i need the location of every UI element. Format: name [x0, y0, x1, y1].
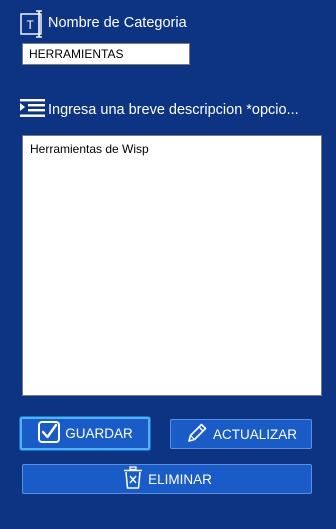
checkbox-icon [37, 420, 61, 447]
svg-text:T: T [27, 18, 35, 32]
update-button[interactable]: ACTUALIZAR [170, 419, 312, 449]
update-button-label: ACTUALIZAR [212, 426, 297, 442]
save-button-label: GUARDAR [65, 426, 133, 441]
category-name-input[interactable] [22, 43, 190, 65]
trash-icon [122, 465, 144, 493]
save-button[interactable]: GUARDAR [20, 417, 150, 450]
delete-button-label: ELIMINAR [148, 471, 212, 487]
category-name-label: Nombre de Categoria [48, 15, 187, 31]
text-field-icon: T [19, 10, 45, 38]
delete-button[interactable]: ELIMINAR [22, 464, 312, 494]
pencil-icon [185, 421, 209, 448]
list-lines-icon [19, 99, 46, 119]
description-textarea[interactable]: Herramientas de Wisp [22, 135, 322, 396]
description-label: Ingresa una breve descripcion *opcio... [48, 102, 299, 118]
